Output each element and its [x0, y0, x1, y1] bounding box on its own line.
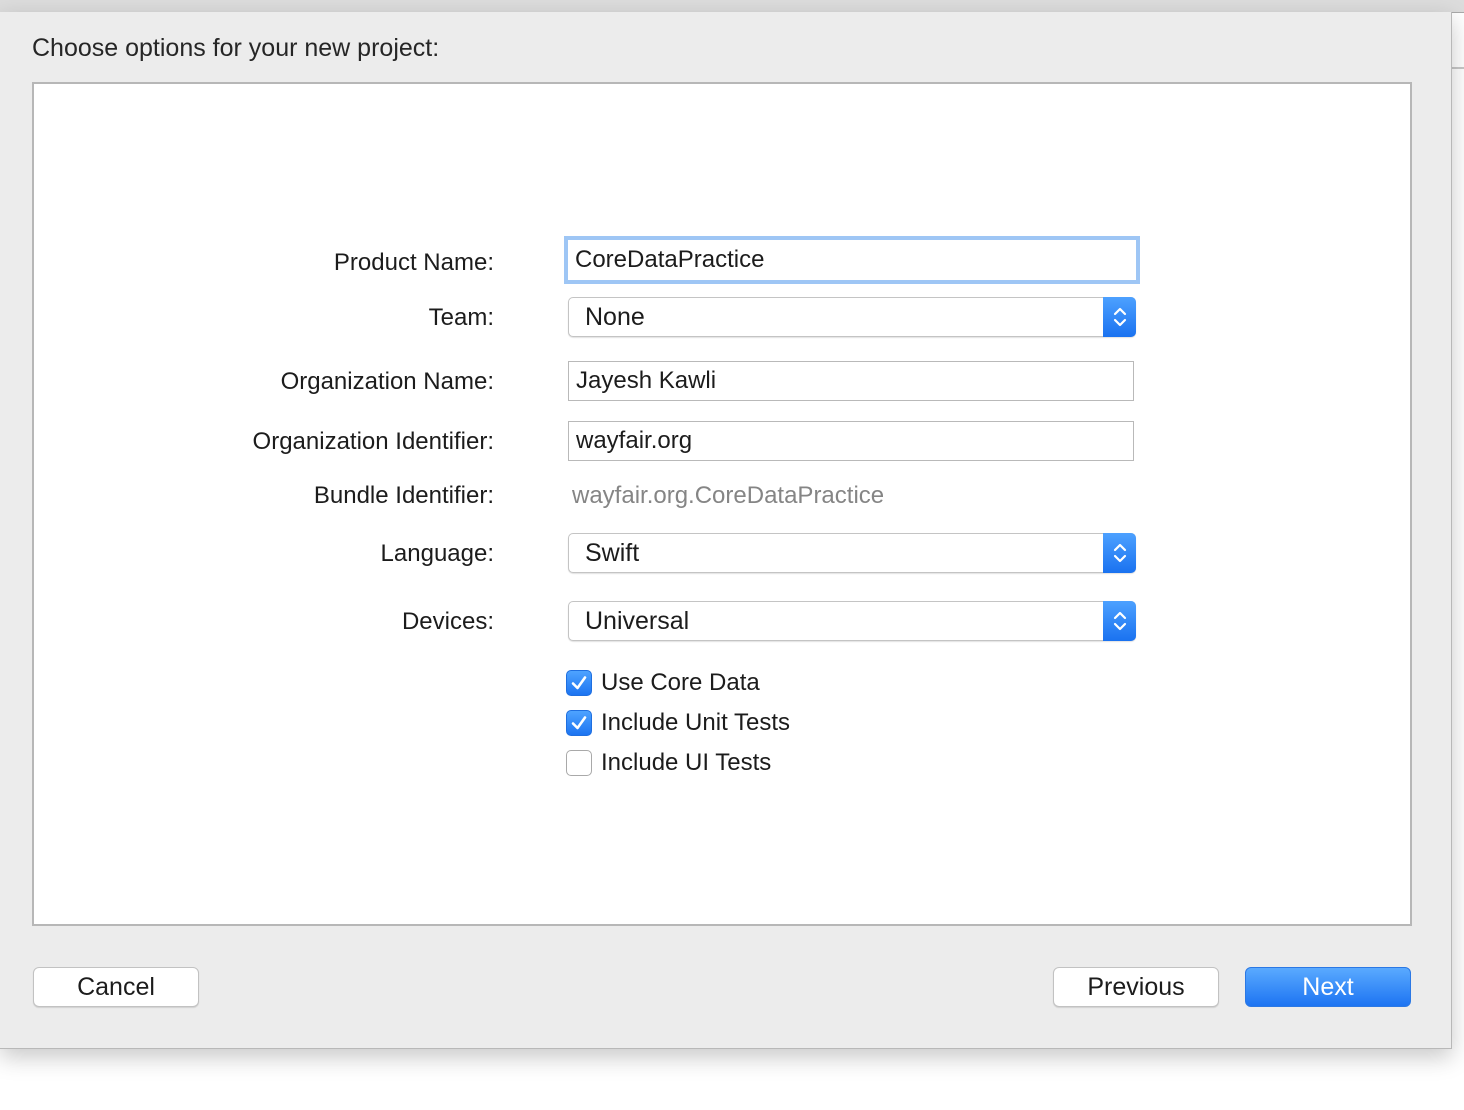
- devices-popup-value: Universal: [585, 607, 690, 635]
- include-ui-tests-label: Include UI Tests: [601, 749, 772, 776]
- window-background-right: [1452, 13, 1464, 1049]
- include-unit-tests-checkbox[interactable]: [566, 710, 592, 736]
- bundle-identifier-label: Bundle Identifier:: [313, 482, 494, 509]
- chevron-up-down-icon: [1103, 297, 1136, 337]
- include-ui-tests-checkbox[interactable]: [566, 750, 592, 776]
- next-button[interactable]: Next: [1245, 967, 1411, 1007]
- options-panel: Product Name: CoreDataPractice Team: Non…: [32, 82, 1412, 926]
- use-core-data-label: Use Core Data: [601, 669, 760, 696]
- checkmark-icon: [571, 676, 587, 690]
- organization-identifier-label: Organization Identifier:: [252, 428, 494, 455]
- language-popup[interactable]: Swift: [568, 533, 1136, 573]
- use-core-data-checkbox-row[interactable]: Use Core Data: [566, 668, 760, 698]
- organization-identifier-field[interactable]: wayfair.org: [568, 421, 1134, 461]
- devices-popup[interactable]: Universal: [568, 601, 1136, 641]
- product-name-field[interactable]: CoreDataPractice: [564, 236, 1140, 284]
- product-name-label: Product Name:: [333, 249, 494, 276]
- team-label: Team:: [428, 304, 494, 331]
- use-core-data-checkbox[interactable]: [566, 670, 592, 696]
- new-project-sheet: Choose options for your new project: Pro…: [0, 12, 1452, 1049]
- language-label: Language:: [380, 540, 494, 567]
- language-popup-value: Swift: [585, 539, 640, 567]
- previous-button[interactable]: Previous: [1053, 967, 1219, 1007]
- organization-name-label: Organization Name:: [280, 368, 494, 395]
- include-ui-tests-checkbox-row[interactable]: Include UI Tests: [566, 748, 771, 778]
- organization-name-field[interactable]: Jayesh Kawli: [568, 361, 1134, 401]
- team-popup[interactable]: None: [568, 297, 1136, 337]
- include-unit-tests-label: Include Unit Tests: [601, 709, 790, 736]
- bundle-identifier-value: wayfair.org.CoreDataPractice: [572, 482, 885, 509]
- sheet-title: Choose options for your new project:: [32, 34, 440, 62]
- include-unit-tests-checkbox-row[interactable]: Include Unit Tests: [566, 708, 790, 738]
- checkmark-icon: [571, 716, 587, 730]
- chevron-up-down-icon: [1103, 533, 1136, 573]
- team-popup-value: None: [585, 303, 645, 331]
- cancel-button[interactable]: Cancel: [33, 967, 199, 1007]
- chevron-up-down-icon: [1103, 601, 1136, 641]
- devices-label: Devices:: [401, 608, 494, 635]
- divider: [1452, 67, 1464, 69]
